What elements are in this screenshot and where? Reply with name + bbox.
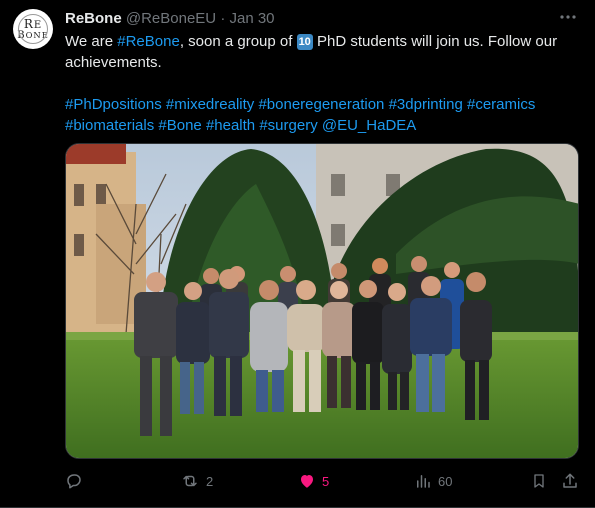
hashtag[interactable]: #surgery [259,117,317,134]
tweet-text: We are #ReBone, soon a group of 10 PhD s… [65,31,580,136]
text-segment: We are [65,33,118,50]
share-button[interactable] [561,472,579,490]
avatar-ring-icon [18,14,48,44]
tweet-header: ReBone @ReBoneEU · Jan 30 [65,10,275,27]
hashtag[interactable]: #PhDpositions [65,96,162,113]
hashtag[interactable]: #boneregeneration [258,96,384,113]
hashtag[interactable]: #ceramics [467,96,535,113]
bookmark-button[interactable] [531,472,547,490]
tweet-date[interactable]: Jan 30 [229,10,274,27]
retweet-icon [183,475,197,487]
like-button[interactable]: 5 [298,472,329,490]
hashtags-line-2: #biomaterials #Bone #health #surgery @EU… [65,115,580,136]
tweet-actions: 2 5 60 [65,472,585,494]
tweet[interactable]: RE BONE ReBone @ReBoneEU · Jan 30 We are… [0,0,595,508]
like-count: 5 [322,473,330,489]
author-name[interactable]: ReBone [65,10,122,27]
author-handle[interactable]: @ReBoneEU [126,10,216,27]
hashtag[interactable]: #3dprinting [389,96,463,113]
hashtag-rebone[interactable]: #ReBone [117,33,180,50]
hashtag[interactable]: #biomaterials [65,117,154,134]
heart-icon [301,475,313,488]
avatar[interactable]: RE BONE [13,9,53,49]
views-icon [417,475,430,488]
more-options-icon[interactable] [559,8,577,31]
retweet-button[interactable]: 2 [180,472,213,490]
hashtags-line-1: #PhDpositions #mixedreality #boneregener… [65,94,580,115]
views-count: 60 [438,473,453,489]
tweet-photo[interactable] [65,143,579,459]
share-icon [563,473,577,488]
keycap-ten-emoji-icon: 10 [296,34,313,50]
hashtag[interactable]: #Bone [158,117,201,134]
mention[interactable]: @EU_HaDEA [322,117,416,134]
tweet-sentence: We are #ReBone, soon a group of 10 PhD s… [65,31,580,73]
reply-button[interactable] [65,472,89,490]
hashtag[interactable]: #health [206,117,255,134]
bookmark-icon [534,474,544,488]
hashtag[interactable]: #mixedreality [166,96,254,113]
retweet-count: 2 [206,473,214,489]
views-button[interactable]: 60 [414,472,452,490]
reply-icon [67,474,81,489]
text-segment: , soon a group of [179,33,297,50]
header-separator: · [220,10,226,27]
